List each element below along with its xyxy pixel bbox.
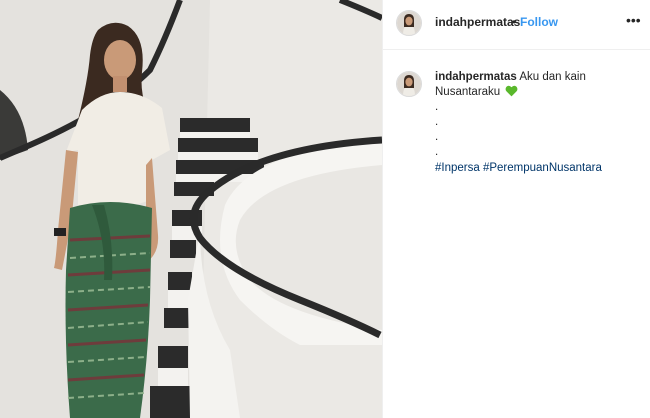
more-options-icon[interactable]: ••• — [626, 12, 641, 28]
separator-dot: • — [512, 15, 517, 29]
caption-text: indahpermatas Aku dan kain Nusantaraku .… — [435, 70, 635, 176]
caption-dot-3: . — [435, 131, 439, 143]
caption-line-2: Nusantaraku — [435, 86, 501, 98]
header-username[interactable]: indahpermatas — [435, 15, 520, 29]
caption-avatar[interactable] — [396, 71, 422, 97]
hashtag-link[interactable]: #PerempuanNusantara — [483, 162, 602, 174]
caption-dot-4: . — [435, 146, 439, 158]
caption-dot-2: . — [435, 116, 439, 128]
follow-button[interactable]: Follow — [520, 15, 558, 29]
caption-dot-1: . — [435, 101, 439, 113]
post-header: indahpermatas • Follow ••• — [383, 0, 650, 50]
hashtag-link[interactable]: #Inpersa — [435, 162, 480, 174]
post-photo[interactable] — [0, 0, 382, 418]
green-heart-icon — [505, 85, 518, 97]
post-sidebar: indahpermatas • Follow ••• indahpermatas… — [382, 0, 650, 418]
caption-line-1: Aku dan kain — [519, 71, 586, 83]
avatar[interactable] — [396, 10, 422, 36]
instagram-post: indahpermatas • Follow ••• indahpermatas… — [0, 0, 650, 418]
photo-illustration — [0, 0, 382, 418]
caption-username[interactable]: indahpermatas — [435, 71, 517, 83]
